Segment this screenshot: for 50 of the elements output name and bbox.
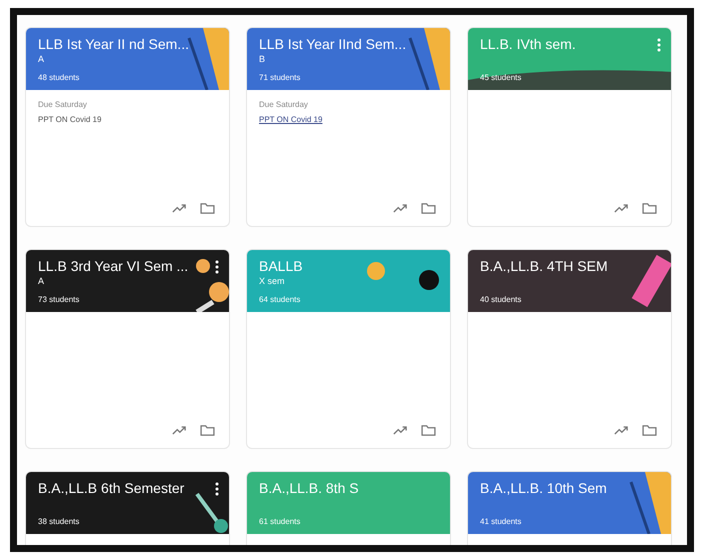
- class-card[interactable]: LLB Ist Year II nd Sem... A 48 students Due Saturday PPT ON Covid 19: [25, 27, 230, 227]
- student-count: 40 students: [480, 295, 522, 304]
- class-title[interactable]: B.A.,LL.B 6th Semester: [38, 480, 184, 496]
- class-section: A: [38, 54, 44, 64]
- stripe-drawing: [408, 28, 450, 90]
- student-count: 61 students: [259, 517, 300, 526]
- student-count: 71 students: [259, 73, 300, 82]
- student-count: 73 students: [38, 295, 80, 304]
- folder-icon[interactable]: [421, 425, 436, 436]
- more-options-icon[interactable]: [215, 260, 219, 274]
- class-section: B: [259, 54, 266, 64]
- due-date: Due Saturday: [259, 100, 308, 109]
- student-count: 45 students: [480, 73, 522, 82]
- trend-arrow-icon[interactable]: [393, 426, 407, 435]
- trend-arrow-icon[interactable]: [172, 426, 186, 435]
- trend-arrow-icon[interactable]: [393, 204, 407, 213]
- class-title[interactable]: B.A.,LL.B. 10th Sem: [480, 480, 607, 496]
- trend-arrow-icon[interactable]: [172, 204, 186, 213]
- pen-drawing: [195, 492, 229, 534]
- class-card[interactable]: LL.B 3rd Year VI Sem ... A 73 students: [25, 249, 230, 449]
- folder-icon[interactable]: [642, 203, 657, 214]
- ball-drawing: [367, 262, 385, 280]
- ball-drawing: [419, 270, 439, 290]
- folder-icon[interactable]: [421, 203, 436, 214]
- class-title[interactable]: LLB Ist Year IInd Sem...: [259, 36, 406, 52]
- class-card[interactable]: B.A.,LL.B 6th Semester 38 students: [25, 471, 230, 545]
- student-count: 64 students: [259, 295, 300, 304]
- class-title[interactable]: B.A.,LL.B. 4TH SEM: [480, 258, 608, 274]
- trend-arrow-icon[interactable]: [614, 204, 628, 213]
- folder-icon[interactable]: [642, 425, 657, 436]
- class-card[interactable]: LL.B. IVth sem. 45 students: [467, 27, 672, 227]
- class-card[interactable]: B.A.,LL.B. 4TH SEM 40 students: [467, 249, 672, 449]
- class-card[interactable]: LLB Ist Year IInd Sem... B 71 students Due Saturday PPT ON Covid 19: [246, 27, 451, 227]
- assignment-link[interactable]: PPT ON Covid 19: [259, 115, 322, 124]
- class-section: A: [38, 276, 44, 286]
- student-count: 41 students: [480, 517, 522, 526]
- folder-icon[interactable]: [200, 203, 215, 214]
- more-options-icon[interactable]: [215, 482, 219, 496]
- trend-arrow-icon[interactable]: [614, 426, 628, 435]
- class-card[interactable]: B.A.,LL.B. 10th Sem 41 students: [467, 471, 672, 545]
- stripe-drawing: [629, 472, 671, 534]
- stripe-drawing: [187, 28, 229, 90]
- student-count: 38 students: [38, 517, 80, 526]
- class-title[interactable]: LLB Ist Year II nd Sem...: [38, 36, 189, 52]
- folder-icon[interactable]: [200, 425, 215, 436]
- due-date: Due Saturday: [38, 100, 87, 109]
- class-title[interactable]: LL.B 3rd Year VI Sem ...: [38, 258, 188, 274]
- student-count: 48 students: [38, 73, 80, 82]
- class-section: X sem: [259, 276, 285, 286]
- assignment-link[interactable]: PPT ON Covid 19: [38, 115, 102, 124]
